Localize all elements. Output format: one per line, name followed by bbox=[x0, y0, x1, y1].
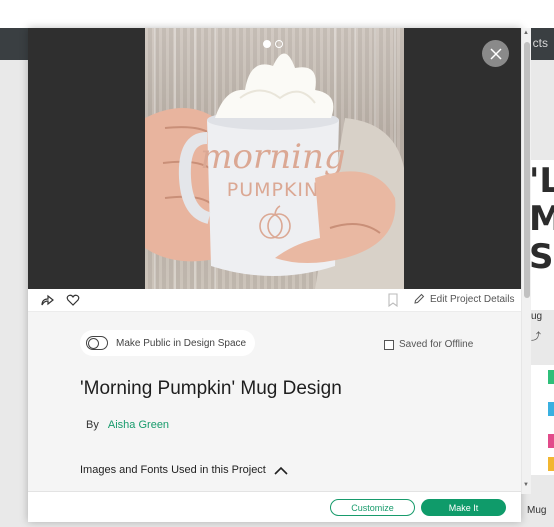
background-stripe bbox=[548, 370, 554, 384]
scroll-down-arrow-icon[interactable]: ▼ bbox=[523, 482, 529, 488]
heart-icon[interactable] bbox=[66, 293, 80, 307]
background-stripe bbox=[548, 402, 554, 416]
saved-offline-checkbox[interactable] bbox=[384, 339, 394, 350]
scroll-thumb[interactable] bbox=[524, 42, 530, 298]
close-button[interactable] bbox=[482, 40, 509, 67]
author-link[interactable]: Aisha Green bbox=[108, 419, 169, 431]
bookmark-icon[interactable] bbox=[386, 293, 400, 308]
action-bar: Edit Project Details bbox=[28, 289, 521, 312]
scroll-up-arrow-icon[interactable]: ▲ bbox=[523, 30, 529, 36]
make-public-label: Make Public in Design Space bbox=[116, 337, 247, 349]
background-card-letters: 'L M S bbox=[529, 161, 554, 277]
share-icon[interactable] bbox=[40, 293, 54, 307]
project-title: 'Morning Pumpkin' Mug Design bbox=[80, 378, 342, 399]
by-label: By bbox=[86, 419, 99, 431]
modal-scrollbar[interactable]: ▲ ▼ bbox=[521, 28, 531, 494]
background-share-icon[interactable]: ⤴ bbox=[531, 328, 541, 343]
byline: By Aisha Green bbox=[86, 419, 169, 431]
svg-text:morning: morning bbox=[200, 137, 345, 177]
make-public-toggle[interactable]: Make Public in Design Space bbox=[80, 330, 256, 356]
carousel-dots bbox=[263, 40, 283, 48]
make-it-button[interactable]: Make It bbox=[421, 499, 506, 516]
images-fonts-section-header[interactable]: Images and Fonts Used in this Project bbox=[80, 464, 288, 476]
svg-text:PUMPKIN: PUMPKIN bbox=[227, 179, 320, 201]
background-card-label-2: Mug bbox=[527, 505, 547, 516]
background-nav-partial-text: cts bbox=[532, 36, 548, 50]
browser-top-area bbox=[0, 0, 554, 28]
carousel-dot-2[interactable] bbox=[275, 40, 283, 48]
images-fonts-label: Images and Fonts Used in this Project bbox=[80, 464, 266, 476]
chevron-up-icon bbox=[274, 466, 288, 475]
carousel-dot-1[interactable] bbox=[263, 40, 271, 48]
background-card-label: ug bbox=[531, 311, 543, 322]
edit-project-details-link[interactable]: Edit Project Details bbox=[413, 293, 514, 305]
project-photo: morning PUMPKIN bbox=[145, 28, 404, 289]
project-details: Make Public in Design Space Saved for Of… bbox=[28, 312, 521, 491]
pencil-icon bbox=[414, 293, 425, 304]
toggle-switch-icon bbox=[86, 336, 108, 350]
edit-project-details-label: Edit Project Details bbox=[430, 293, 515, 305]
mug-illustration: morning PUMPKIN bbox=[145, 28, 404, 289]
customize-button[interactable]: Customize bbox=[330, 499, 415, 516]
saved-offline-label: Saved for Offline bbox=[399, 339, 474, 350]
background-stripe bbox=[548, 457, 554, 471]
background-stripe bbox=[548, 434, 554, 448]
modal-footer: Customize Make It bbox=[28, 491, 521, 522]
saved-offline-option[interactable]: Saved for Offline bbox=[384, 339, 473, 350]
project-detail-modal: morning PUMPKIN Edit Project Details Mak… bbox=[28, 28, 521, 522]
close-icon bbox=[489, 47, 502, 60]
image-carousel: morning PUMPKIN bbox=[28, 28, 521, 289]
